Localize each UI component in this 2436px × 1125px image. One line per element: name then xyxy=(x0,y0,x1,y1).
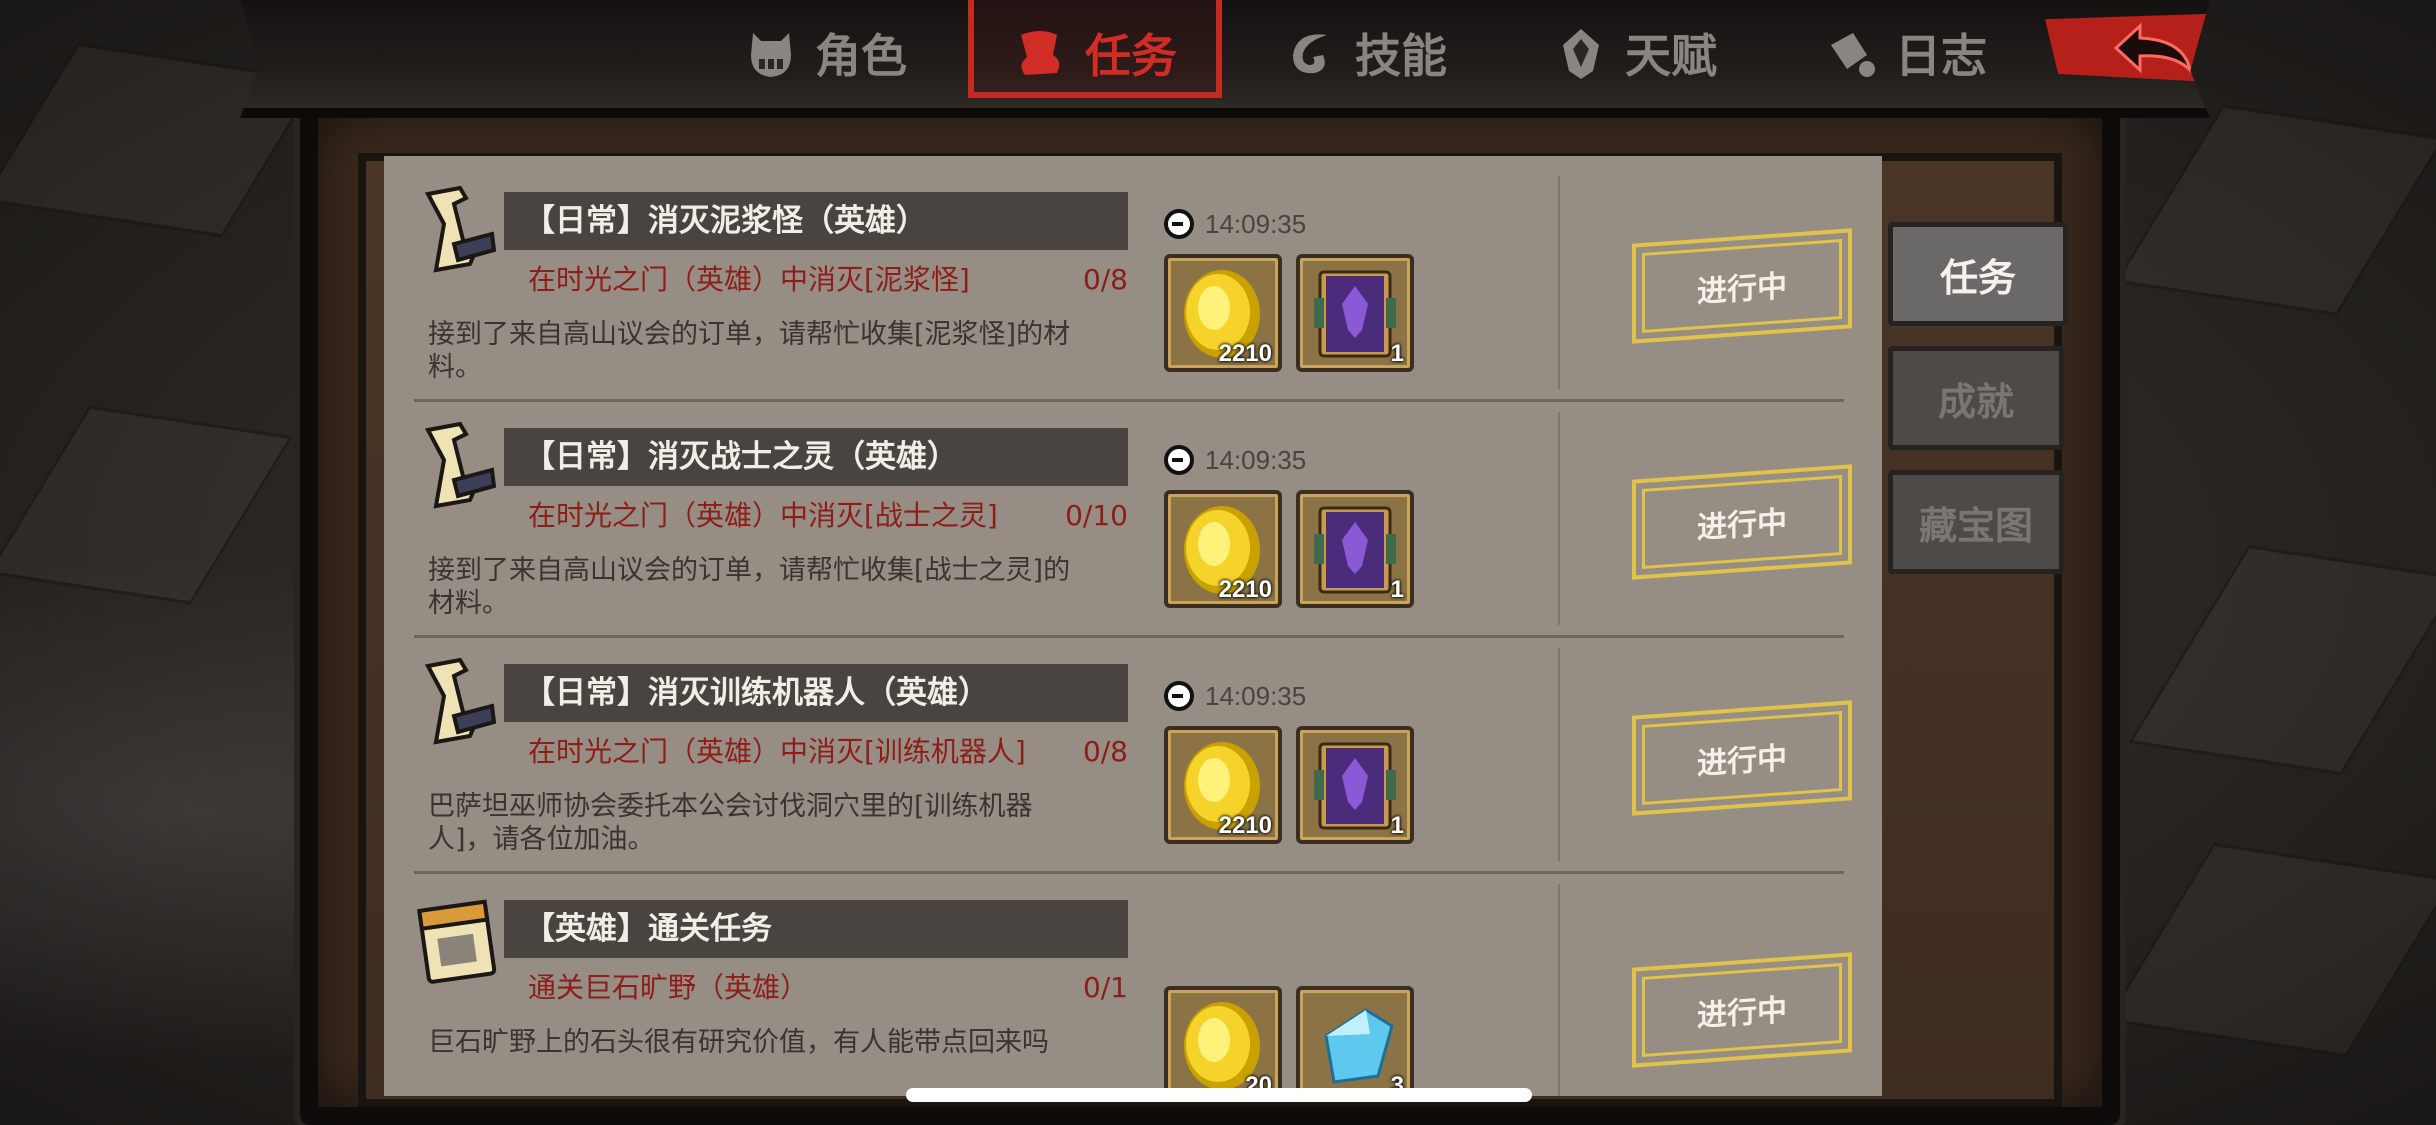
timer-text: 14:09:35 xyxy=(1205,444,1307,475)
quest-goal: 在时光之门（英雄）中消灭[战士之灵] 0/10 xyxy=(528,494,1128,538)
home-indicator[interactable] xyxy=(906,1088,1532,1102)
divider xyxy=(1558,176,1560,389)
quest-calendar-icon xyxy=(417,899,497,984)
tab-label: 日志 xyxy=(1895,29,1987,83)
reward-book[interactable]: 1 xyxy=(1296,490,1414,608)
side-tab-treasure-map[interactable]: 藏宝图 xyxy=(1888,470,2064,574)
talent-gem-icon xyxy=(1563,29,1599,79)
quest-scroll-icon xyxy=(424,421,497,509)
status-button[interactable]: 进行中 xyxy=(1632,700,1852,816)
tab-character[interactable]: 角色 xyxy=(690,8,960,98)
clock-icon xyxy=(1164,681,1194,711)
quest-description: 接到了来自高山议会的订单，请帮忙收集[泥浆怪]的材料。 xyxy=(428,319,1071,383)
reward-gold[interactable]: 2210 xyxy=(1164,490,1282,608)
reward-count: 2210 xyxy=(1218,576,1272,603)
tab-quest[interactable]: 任务 xyxy=(960,0,1230,98)
reward-count: 1 xyxy=(1390,340,1404,367)
tab-label: 天赋 xyxy=(1625,29,1717,83)
background-tile xyxy=(0,405,293,605)
top-bar: 角色 任务 技能 天赋 日志 xyxy=(240,0,2210,118)
divider xyxy=(1558,412,1560,625)
quest-timer: 14:09:35 xyxy=(1163,204,1306,244)
background-tile xyxy=(2114,104,2436,316)
reward-count: 2210 xyxy=(1218,812,1272,839)
quest-item[interactable]: 【日常】消灭泥浆怪（英雄） 在时光之门（英雄）中消灭[泥浆怪] 0/8 接到了来… xyxy=(414,166,1852,402)
quest-progress: 0/10 xyxy=(1065,499,1128,532)
side-tab-quest[interactable]: 任务 xyxy=(1888,222,2068,326)
reward-count: 1 xyxy=(1390,576,1404,603)
tab-skill[interactable]: 技能 xyxy=(1230,8,1500,98)
quest-goal-text: 在时光之门（英雄）中消灭[战士之灵] xyxy=(528,499,998,532)
quest-description: 巨石旷野上的石头很有研究价值，有人能带点回来吗 xyxy=(428,1027,1049,1058)
quest-goal-text: 在时光之门（英雄）中消灭[泥浆怪] xyxy=(528,263,970,296)
background-tile xyxy=(2105,842,2436,1058)
tab-label: 角色 xyxy=(815,29,907,83)
skill-swirl-icon xyxy=(1293,34,1327,74)
reward-crystal[interactable]: 3 xyxy=(1296,986,1414,1096)
quest-goal: 在时光之门（英雄）中消灭[训练机器人] 0/8 xyxy=(528,730,1128,774)
purple-book-icon xyxy=(1314,270,1396,358)
quest-timer: 14:09:35 xyxy=(1163,440,1306,480)
back-arrow-icon xyxy=(2113,22,2193,75)
quest-panel: 【日常】消灭泥浆怪（英雄） 在时光之门（英雄）中消灭[泥浆怪] 0/8 接到了来… xyxy=(384,156,1882,1096)
quest-timer: 14:09:35 xyxy=(1163,676,1306,716)
timer-text: 14:09:35 xyxy=(1205,680,1307,711)
status-button[interactable]: 进行中 xyxy=(1632,952,1852,1068)
tab-talent[interactable]: 天赋 xyxy=(1500,8,1770,98)
tab-label: 技能 xyxy=(1355,29,1447,83)
scroll-icon xyxy=(1021,31,1060,75)
reward-count: 1 xyxy=(1390,812,1404,839)
reward-count: 2210 xyxy=(1218,340,1272,367)
quest-description: 接到了来自高山议会的订单，请帮忙收集[战士之灵]的材料。 xyxy=(428,555,1071,619)
quest-progress: 0/8 xyxy=(1082,735,1128,768)
quest-scroll-icon xyxy=(424,185,497,273)
quest-title: 【日常】消灭战士之灵（英雄） xyxy=(504,428,1128,486)
quest-title: 【英雄】通关任务 xyxy=(504,900,1128,958)
log-lamp-icon xyxy=(1831,33,1875,77)
tab-log[interactable]: 日志 xyxy=(1770,8,2040,98)
reward-book[interactable]: 1 xyxy=(1296,254,1414,372)
status-button[interactable]: 进行中 xyxy=(1632,464,1852,580)
clock-icon xyxy=(1164,445,1194,475)
quest-item[interactable]: 【英雄】通关任务 通关巨石旷野（英雄） 0/1 巨石旷野上的石头很有研究价值，有… xyxy=(414,874,1852,1096)
quest-title: 【日常】消灭泥浆怪（英雄） xyxy=(504,192,1128,250)
status-button[interactable]: 进行中 xyxy=(1632,228,1852,344)
quest-scroll-icon xyxy=(424,657,497,745)
reward-gold[interactable]: 20 xyxy=(1164,986,1282,1096)
quest-progress: 0/8 xyxy=(1082,263,1128,296)
reward-gold[interactable]: 2210 xyxy=(1164,254,1282,372)
quest-description: 巴萨坦巫师协会委托本公会讨伐洞穴里的[训练机器人]，请各位加油。 xyxy=(428,791,1033,855)
background-tile xyxy=(2128,544,2436,776)
purple-book-icon xyxy=(1314,506,1396,594)
quest-goal: 通关巨石旷野（英雄） 0/1 xyxy=(528,966,1128,1010)
side-tab-achievement[interactable]: 成就 xyxy=(1888,346,2064,450)
tab-bar: 角色 任务 技能 天赋 日志 xyxy=(690,0,2040,98)
timer-text: 14:09:35 xyxy=(1205,208,1307,239)
quest-goal-text: 通关巨石旷野（英雄） xyxy=(528,971,809,1004)
reward-gold[interactable]: 2210 xyxy=(1164,726,1282,844)
mask-icon xyxy=(751,33,791,77)
quest-goal-text: 在时光之门（英雄）中消灭[训练机器人] xyxy=(528,735,1026,768)
quest-title: 【日常】消灭训练机器人（英雄） xyxy=(504,664,1128,722)
quest-item[interactable]: 【日常】消灭战士之灵（英雄） 在时光之门（英雄）中消灭[战士之灵] 0/10 接… xyxy=(414,402,1852,638)
divider xyxy=(1558,648,1560,861)
quest-progress: 0/1 xyxy=(1082,971,1128,1004)
reward-book[interactable]: 1 xyxy=(1296,726,1414,844)
divider xyxy=(1558,884,1560,1096)
quest-goal: 在时光之门（英雄）中消灭[泥浆怪] 0/8 xyxy=(528,258,1128,302)
blue-crystal-icon xyxy=(1324,1008,1394,1084)
clock-icon xyxy=(1164,209,1194,239)
purple-book-icon xyxy=(1314,742,1396,830)
quest-item[interactable]: 【日常】消灭训练机器人（英雄） 在时光之门（英雄）中消灭[训练机器人] 0/8 … xyxy=(414,638,1852,874)
tab-label: 任务 xyxy=(1085,29,1177,83)
